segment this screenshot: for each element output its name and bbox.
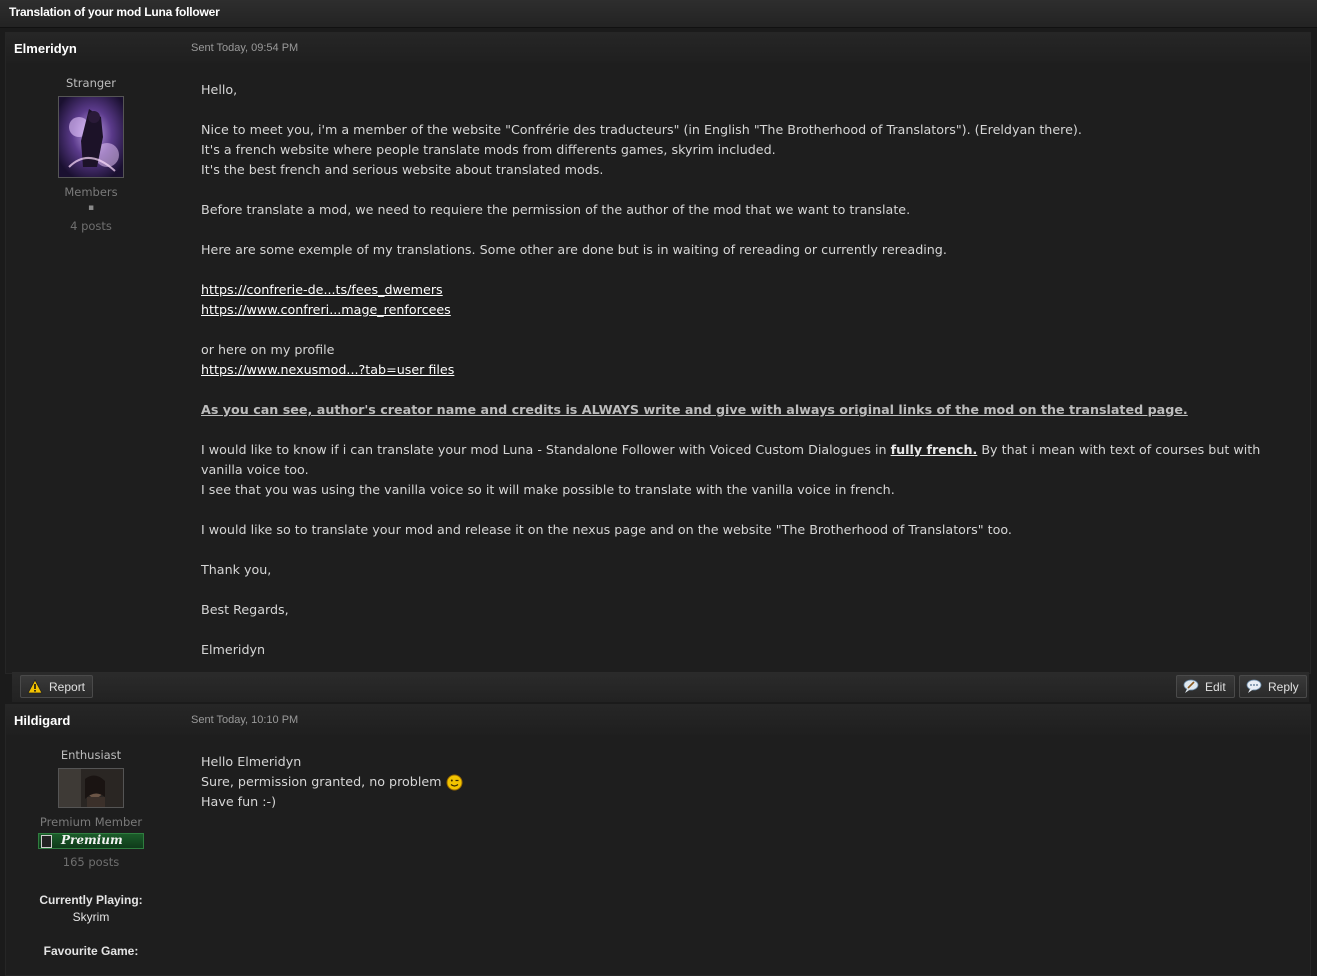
edit-button[interactable]: Edit — [1176, 675, 1235, 698]
body-line: It's a french website where people trans… — [201, 142, 776, 157]
member-rank: Stranger — [66, 76, 116, 90]
author-sidebar: Stranger Members ▪ 4 posts — [6, 71, 176, 233]
author-name[interactable]: Elmeridyn — [14, 41, 77, 56]
body-line: I would like to know if i can translate … — [201, 442, 1261, 477]
body-line: Sure, permission granted, no problem — [201, 772, 1301, 792]
edit-bubble-icon — [1183, 679, 1199, 693]
post-action-bar: Report Edit Reply — [12, 672, 1309, 702]
profile-link[interactable]: https://www.nexusmod...?tab=user files — [201, 362, 454, 377]
body-line: Have fun :-) — [201, 794, 277, 809]
author-name[interactable]: Hildigard — [14, 713, 70, 728]
report-label: Report — [49, 680, 86, 694]
reply-button[interactable]: Reply — [1239, 675, 1307, 698]
report-button[interactable]: Report — [20, 675, 93, 698]
body-line: Here are some exemple of my translations… — [201, 242, 947, 257]
sent-timestamp: Sent Today, 09:54 PM — [191, 42, 299, 54]
body-line: Nice to meet you, i'm a member of the we… — [201, 122, 1082, 137]
topic-header: Translation of your mod Luna follower — [0, 0, 1317, 28]
rank-pips: ▪ — [87, 203, 95, 213]
wink-smiley-icon — [446, 774, 463, 791]
body-line: Before translate a mod, we need to requi… — [201, 202, 911, 217]
message-post: Hildigard Sent Today, 10:10 PM Enthusias… — [5, 704, 1311, 976]
post-count: 165 posts — [62, 855, 120, 869]
body-line: I would like so to translate your mod an… — [201, 522, 1012, 537]
message-body: Hello Elmeridyn Sure, permission granted… — [201, 752, 1301, 812]
reply-bubble-icon — [1246, 679, 1262, 693]
favourite-game-label: Favourite Game: — [43, 944, 139, 958]
body-line: or here on my profile — [201, 342, 335, 357]
translation-link[interactable]: https://www.confreri...mage_renforcees — [201, 302, 451, 317]
avatar[interactable] — [58, 96, 124, 178]
member-group: Members — [64, 185, 118, 199]
body-line: Best Regards, — [201, 602, 289, 617]
member-rank: Enthusiast — [60, 748, 122, 762]
warning-icon — [27, 679, 43, 694]
credits-note: As you can see, author's creator name an… — [201, 402, 1188, 417]
body-line: Hello Elmeridyn — [201, 754, 302, 769]
premium-badge-text: Premium — [61, 833, 123, 847]
post-header: Hildigard Sent Today, 10:10 PM — [6, 705, 1310, 735]
body-line: It's the best french and serious website… — [201, 162, 604, 177]
body-line: Thank you, — [201, 562, 272, 577]
post-header: Elmeridyn Sent Today, 09:54 PM — [6, 33, 1310, 63]
signature: Elmeridyn — [201, 642, 266, 657]
topic-title: Translation of your mod Luna follower — [9, 5, 220, 19]
body-line: I see that you was using the vanilla voi… — [201, 482, 895, 497]
member-group: Premium Member — [39, 815, 143, 829]
premium-icon — [41, 835, 52, 848]
reply-label: Reply — [1268, 680, 1299, 694]
premium-badge: Premium — [38, 833, 144, 849]
message-post: Elmeridyn Sent Today, 09:54 PM Stranger — [5, 32, 1311, 674]
emphasis: fully french. — [890, 442, 978, 457]
author-sidebar: Enthusiast Premium Member Premium 165 po… — [6, 743, 176, 958]
translation-link[interactable]: https://confrerie-de...ts/fees_dwemers — [201, 282, 443, 297]
sent-timestamp: Sent Today, 10:10 PM — [191, 714, 299, 726]
currently-playing-label: Currently Playing: — [39, 893, 143, 907]
edit-label: Edit — [1205, 680, 1226, 694]
message-body: Hello, Nice to meet you, i'm a member of… — [201, 80, 1301, 660]
body-line: Hello, — [201, 82, 238, 97]
currently-playing-value: Skyrim — [72, 910, 110, 924]
avatar[interactable] — [58, 768, 124, 808]
post-count: 4 posts — [70, 219, 112, 233]
